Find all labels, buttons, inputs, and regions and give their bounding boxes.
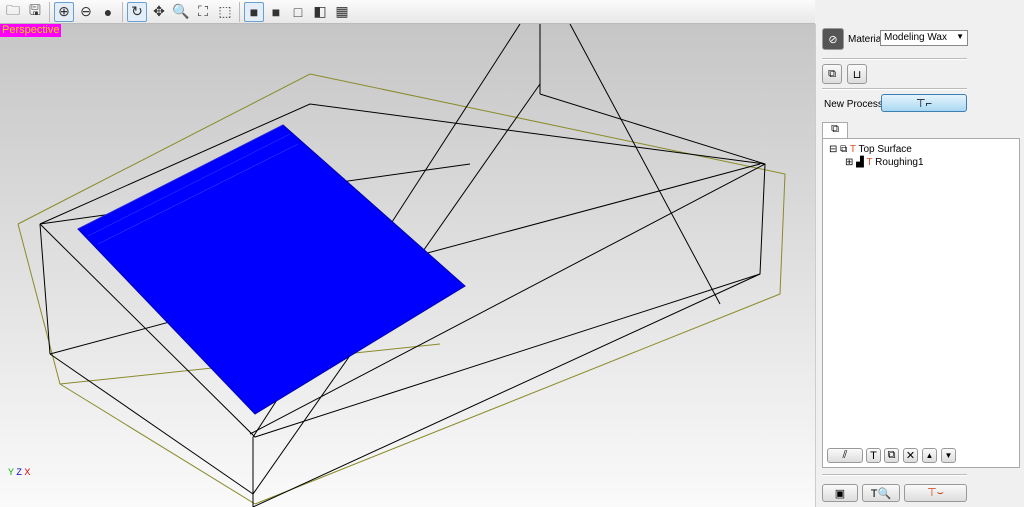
axis-y: Y: [8, 467, 14, 477]
divider: [822, 58, 967, 60]
material-icon-button[interactable]: ⊘: [822, 28, 844, 50]
wireframe-globe-icon[interactable]: ⊕: [54, 1, 74, 22]
tree-node-label: Top Surface: [858, 144, 912, 155]
tool-inspect-button[interactable]: T🔍: [862, 484, 900, 502]
open-icon[interactable]: 🗀: [3, 2, 23, 22]
axis-x: X: [24, 467, 31, 477]
fit-icon[interactable]: ⛶: [193, 2, 213, 22]
toolpath-region: [77, 124, 466, 415]
simulate-button[interactable]: ⊤⌣: [904, 484, 967, 502]
rotate-icon[interactable]: ↻: [127, 1, 147, 22]
new-process-button[interactable]: ⊤⌐: [881, 94, 967, 112]
stop-button[interactable]: ▣: [822, 484, 858, 502]
pan-icon[interactable]: ✥: [149, 2, 169, 22]
divider: [822, 88, 967, 90]
stock-box-button[interactable]: ⧉: [822, 64, 842, 84]
main-toolbar: 🗀 🖫 ⊕ ⊖ ● ↻ ✥ 🔍 ⛶ ⬚ ■ ■ □ ◧ ▦: [0, 0, 815, 24]
material-select[interactable]: Modeling Wax ▼: [880, 30, 968, 46]
top-view-icon[interactable]: ◧: [310, 2, 330, 22]
material-label: Material: [848, 34, 884, 45]
axis-triad: Y Z X: [8, 467, 30, 477]
wireframe-model: [17, 24, 786, 507]
view-mode-label: Perspective: [0, 24, 62, 37]
new-process-label: New Process: [824, 99, 883, 110]
process-panel: ⊘ Material Modeling Wax ▼ ⧉ ⊔ New Process…: [815, 24, 1024, 507]
tool-check-button[interactable]: T: [866, 448, 881, 463]
shaded-globe-icon[interactable]: ⊖: [76, 2, 96, 22]
multi-view-icon[interactable]: ▦: [332, 2, 352, 22]
toolpath-button[interactable]: ⫽: [827, 448, 863, 463]
material-value: Modeling Wax: [884, 32, 947, 43]
divider: [239, 1, 240, 22]
tree-node-label: Roughing1: [875, 157, 924, 168]
operation-tree[interactable]: ⊟ ⧉ T Top Surface ⊞ ▟ T Roughing1 ⫽ T ⧉ …: [822, 138, 1020, 468]
fixture-button[interactable]: ⊔: [847, 64, 867, 84]
axis-z: Z: [16, 467, 22, 477]
delete-button[interactable]: ✕: [903, 448, 918, 463]
divider: [122, 1, 123, 22]
iso-view-icon[interactable]: ■: [244, 1, 264, 22]
sphere-icon[interactable]: ●: [98, 2, 118, 22]
zoom-icon[interactable]: 🔍: [171, 2, 191, 22]
zoom-box-icon[interactable]: ⬚: [215, 2, 235, 22]
tree-node-roughing[interactable]: ⊞ ▟ T Roughing1: [845, 157, 924, 168]
copy-button[interactable]: ⧉: [884, 448, 899, 463]
divider: [49, 1, 50, 22]
3d-viewport[interactable]: Perspective Y Z X: [0, 24, 815, 507]
right-view-icon[interactable]: □: [288, 2, 308, 22]
tab-operations[interactable]: ⧉: [822, 122, 848, 139]
front-view-icon[interactable]: ■: [266, 2, 286, 22]
move-down-button[interactable]: ▼: [941, 448, 956, 463]
move-up-button[interactable]: ▲: [922, 448, 937, 463]
save-icon[interactable]: 🖫: [25, 2, 45, 22]
chevron-down-icon: ▼: [956, 32, 964, 41]
tree-node-top-surface[interactable]: ⊟ ⧉ T Top Surface: [829, 144, 912, 155]
divider: [822, 474, 967, 476]
